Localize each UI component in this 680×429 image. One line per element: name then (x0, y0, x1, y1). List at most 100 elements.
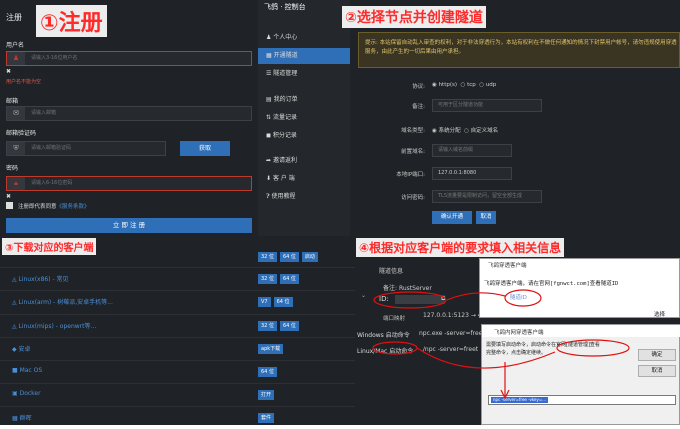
protocol-options[interactable]: ◉ http(s) ○ tcp ○ udp (432, 82, 496, 88)
nas-icon: ▦ 群晖 (12, 415, 32, 422)
client-downloads-panel: 32 位 64 位 启动 ◬ Linux(x86) - 常见 32 位 64 位… (0, 236, 355, 425)
username-placeholder: 请输入3-16位用户名 (31, 55, 78, 61)
download-button[interactable]: 64 位 (258, 367, 277, 377)
download-button[interactable]: 32 位 (258, 274, 277, 284)
annotation-strokes (372, 289, 630, 400)
os-name: 安卓 (18, 346, 31, 353)
nav-item-points[interactable]: ◼ 积分记录 (258, 128, 350, 144)
download-button[interactable]: 64 位 (273, 297, 293, 307)
username-field[interactable]: ♟ 请输入3-16位用户名 (6, 51, 252, 66)
clear-icon[interactable]: ✖ (6, 68, 11, 75)
caption-4: ④根据对应客户端的要求填入相关信息 (356, 238, 565, 257)
domain-custom: 自定义域名 (470, 128, 499, 134)
linux-icon: ◬ Linux(x86) - 常见 (12, 276, 69, 283)
os-name: Linux(arm) - 树莓派,安卓手机等... (18, 299, 113, 306)
row-buttons: 32 位 64 位 (258, 274, 299, 284)
row-buttons: 64 位 (258, 367, 277, 377)
radio-icon[interactable]: ○ (479, 82, 484, 88)
code-placeholder: 请输入邮箱验证码 (31, 145, 72, 151)
nav-label: 流量记录 (272, 114, 297, 121)
download-button[interactable]: 64 位 (279, 252, 299, 262)
local-label: 本地IP端口: (396, 172, 425, 178)
docker-icon: ▣ Docker (12, 390, 41, 397)
os-name: Linux(mips) - openwrt等... (18, 323, 97, 330)
radio-checked-icon[interactable]: ◉ (432, 82, 437, 88)
nav-item-orders[interactable]: ▤ 我的订单 (258, 92, 350, 108)
row-buttons: V7 64 位 (258, 297, 293, 307)
remark-input[interactable]: 可用于区分隧道功能 (432, 99, 542, 112)
nav-item-traffic[interactable]: ⇅ 流量记录 (258, 110, 350, 126)
get-code-button[interactable]: 获取 (180, 141, 230, 156)
nav-label: 邀请返利 (272, 157, 297, 164)
list-item: ■ Mac OS 64 位 (0, 360, 355, 383)
confirm-open-button[interactable]: 确认开通 (432, 211, 472, 224)
domain-type-label: 域名类型: (401, 128, 425, 134)
protocol-https: http(s) (438, 82, 458, 88)
download-button[interactable]: 打开 (258, 390, 275, 400)
notice-box: 提示: 本站保留自动乱入审查的权利，对于非法穿透行为，本站有权利在不做任何通知的… (358, 32, 680, 68)
nav-item-profile[interactable]: ♟ 个人中心 (258, 30, 350, 46)
download-button[interactable]: V7 (258, 297, 271, 307)
nav-label: 积分记录 (272, 132, 297, 139)
terms-link[interactable]: 《服务条款》 (57, 204, 90, 210)
nav-label: 开通隧道 (273, 52, 298, 59)
code-label: 邮箱验证码 (6, 130, 37, 137)
nav-item-tunnel-manage[interactable]: ☰ 隧道管理 (258, 66, 350, 82)
os-name: 群晖 (19, 415, 32, 422)
list-item: ◬ Linux(arm) - 树莓派,安卓手机等... V7 64 位 (0, 290, 355, 313)
register-brand: 注册 (6, 13, 22, 22)
nav-item-client[interactable]: ⬇ 客 户 端 (258, 171, 350, 187)
shield-icon: ⛨ (7, 142, 25, 155)
list-item: ▦ 群晖 套件 (0, 406, 355, 429)
download-button[interactable]: 启动 (301, 252, 318, 262)
annotation-circle (372, 341, 418, 355)
nav-item-invite[interactable]: ➦ 邀请返利 (258, 153, 350, 169)
local-input[interactable]: 127.0.0.1:8080 (432, 167, 512, 180)
os-name: Linux(x86) - 常见 (18, 276, 69, 283)
apple-icon: ■ Mac OS (12, 367, 43, 374)
email-field[interactable]: ✉ 请输入邮箱 (6, 106, 252, 121)
email-label: 邮箱 (6, 98, 19, 105)
protocol-tcp: tcp (467, 82, 476, 88)
radio-checked-icon[interactable]: ◉ (432, 128, 437, 134)
cancel-button[interactable]: 取消 (476, 211, 496, 224)
grid-icon: ▦ (266, 52, 274, 59)
mail-icon: ✉ (7, 107, 25, 120)
radio-icon[interactable]: ○ (464, 128, 469, 134)
android-icon: ◆ 安卓 (12, 346, 31, 353)
register-submit-button[interactable]: 立 即 注 册 (6, 218, 252, 233)
agree-checkbox[interactable] (6, 202, 13, 209)
list-item: ◆ 安卓 apk下载 (0, 337, 355, 360)
download-button[interactable]: 64 位 (279, 321, 299, 331)
clear-icon[interactable]: ✖ (6, 193, 11, 200)
nav-item-open-tunnel[interactable]: ▦ 开通隧道 (258, 48, 350, 64)
code-field[interactable]: ⛨ 请输入邮箱验证码 (6, 141, 166, 156)
domain-system: 系统分配 (438, 128, 461, 134)
domain-type-options[interactable]: ◉ 系统分配 ○ 自定义域名 (432, 126, 498, 134)
access-password-input[interactable]: TLS流量要是限制访问，留空全部生成 (432, 190, 542, 203)
annotation-circle (504, 289, 542, 307)
linux-icon: ◬ Linux(arm) - 树莓派,安卓手机等... (12, 299, 113, 306)
annotation-circle (373, 291, 447, 309)
password-field[interactable]: 🔒︎ 请输入6-16位密码 (6, 176, 252, 191)
radio-icon[interactable]: ○ (461, 82, 466, 88)
email-placeholder: 请输入邮箱 (31, 110, 57, 116)
open-tunnel-panel: 提示: 本站保留自动乱入审查的权利，对于非法穿透行为，本站有权利在不做任何通知的… (350, 0, 680, 236)
download-button[interactable]: 32 位 (258, 321, 277, 331)
linux-icon: ◬ Linux(mips) - openwrt等... (12, 323, 97, 330)
top-download-buttons: 32 位 64 位 启动 (258, 252, 318, 262)
row-buttons: apk下载 (258, 344, 284, 354)
download-button[interactable]: apk下载 (258, 344, 284, 354)
remark-label: 备注: (412, 104, 425, 110)
prefix-input[interactable]: 请输入域名前缀 (432, 144, 512, 157)
nav-item-help[interactable]: ❓︎ 使用教程 (258, 189, 350, 205)
username-error: 用户名不能为空 (6, 79, 42, 85)
download-button[interactable]: 32 位 (258, 252, 277, 262)
row-buttons: 打开 (258, 390, 275, 400)
download-button[interactable]: 64 位 (279, 274, 299, 284)
download-button[interactable]: 套件 (258, 413, 275, 423)
protocol-label: 协议: (412, 84, 425, 90)
lock-icon: 🔒︎ (7, 177, 25, 190)
os-name: Mac OS (19, 367, 43, 374)
tunnel-info-panel: 隧道信息 备注: RustServer ⌄ ID: ⧉ 端口映射 127.0.0… (355, 236, 680, 425)
